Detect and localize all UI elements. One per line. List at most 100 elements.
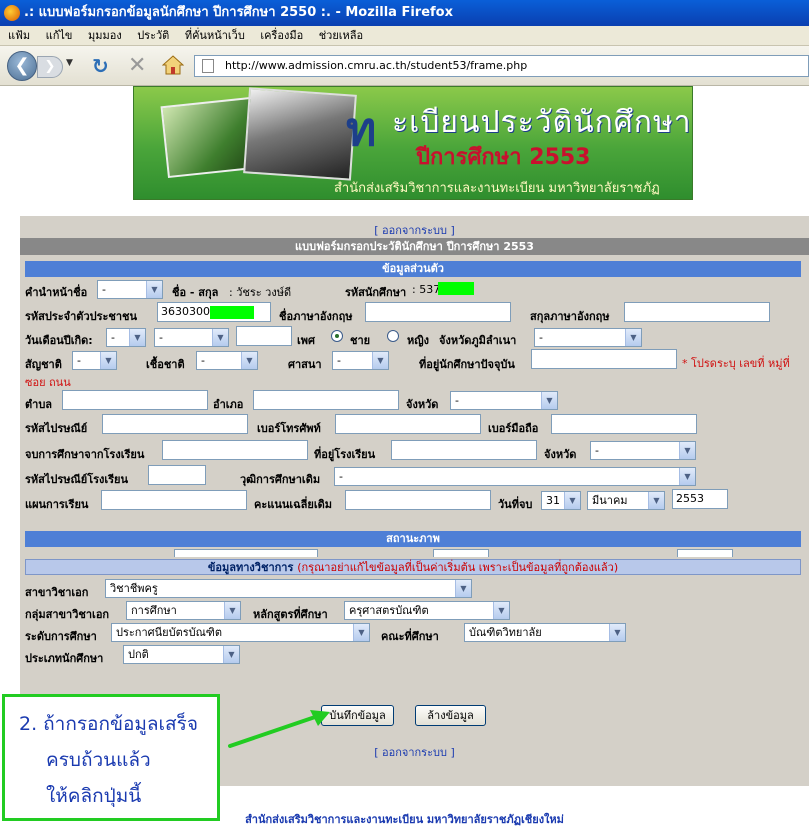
faculty-label: คณะที่ศึกษา	[381, 630, 439, 643]
phone-input[interactable]	[335, 414, 481, 434]
citizen-id-redaction	[210, 306, 254, 319]
window-title: .: แบบฟอร์มกรอกข้อมูลนักศึกษา ปีการศึกษา…	[24, 5, 453, 20]
address-label: ที่อยู่นักศึกษาปัจจุบัน	[419, 358, 515, 371]
grad-day-select[interactable]: 31 ▼	[541, 491, 581, 510]
page-icon	[202, 59, 214, 73]
curriculum-label: หลักสูตรที่ศึกษา	[253, 608, 328, 621]
status-field-partial-3	[677, 549, 733, 557]
chevron-down-icon: ▼	[372, 352, 388, 369]
back-arrow-icon[interactable]: ❮	[7, 51, 37, 81]
grad-year-input[interactable]: 2553	[672, 489, 728, 509]
url-bar[interactable]: http://www.admission.cmru.ac.th/student5…	[194, 55, 809, 77]
student-type-select[interactable]: ปกติ ▼	[123, 645, 240, 664]
menu-help[interactable]: ช่วยเหลือ	[319, 26, 363, 46]
religion-select[interactable]: - ▼	[332, 351, 389, 370]
birth-day-select[interactable]: - ▼	[106, 328, 146, 347]
sex-male-radio[interactable]	[331, 330, 343, 342]
callout-line-1: 2. ถ้ากรอกข้อมูลเสร็จ	[19, 713, 198, 735]
sex-female-radio[interactable]	[387, 330, 399, 342]
race-select[interactable]: - ▼	[196, 351, 258, 370]
en-surname-label: สกุลภาษาอังกฤษ	[530, 310, 610, 323]
stop-icon[interactable]: ✕	[128, 53, 146, 78]
menu-history[interactable]: ประวัติ	[137, 26, 169, 46]
sex-label: เพศ	[297, 334, 315, 347]
header-banner: ท ะเบียนประวัตินักศึกษา ปีการศึกษา 2553 …	[133, 86, 693, 200]
school-province-select[interactable]: - ▼	[590, 441, 696, 460]
graduated-from-label: จบการศึกษาจากโรงเรียน	[25, 448, 145, 461]
chevron-down-icon: ▼	[648, 492, 664, 509]
school-postcode-label: รหัสไปรษณีย์โรงเรียน	[25, 473, 129, 486]
menu-edit[interactable]: แก้ไข	[46, 26, 73, 46]
form-title: แบบฟอร์มกรอกประวัตินักศึกษา ปีการศึกษา 2…	[20, 238, 809, 255]
major-label: สาขาวิชาเอก	[25, 586, 89, 599]
en-name-input[interactable]	[365, 302, 511, 322]
graduated-from-input[interactable]	[162, 440, 308, 460]
logout-link[interactable]: ออกจากระบบ	[382, 224, 447, 237]
level-select[interactable]: ประกาศนียบัตรบัณฑิต ▼	[111, 623, 370, 642]
home-icon[interactable]	[162, 55, 184, 75]
sex-female-label: หญิง	[407, 334, 429, 347]
citizen-id-label: รหัสประจำตัวประชาชน	[25, 310, 138, 323]
menu-tools[interactable]: เครื่องมือ	[260, 26, 303, 46]
birth-date-label: วันเดือนปีเกิด:	[25, 334, 93, 347]
address-note-2: ซอย ถนน	[25, 376, 71, 389]
menu-file[interactable]: แฟ้ม	[8, 26, 30, 46]
major-select[interactable]: วิชาชีพครู ▼	[105, 579, 472, 598]
chevron-down-icon: ▼	[353, 624, 369, 641]
subdistrict-input[interactable]	[62, 390, 208, 410]
url-text: http://www.admission.cmru.ac.th/student5…	[225, 59, 528, 72]
chevron-down-icon: ▼	[541, 392, 557, 409]
birth-year-input[interactable]	[236, 326, 292, 346]
faculty-select[interactable]: บัณฑิตวิทยาลัย ▼	[464, 623, 626, 642]
chevron-down-icon: ▼	[212, 329, 228, 346]
school-postcode-input[interactable]	[148, 465, 206, 485]
grad-month-select[interactable]: มีนาคม ▼	[587, 491, 665, 510]
school-address-input[interactable]	[391, 440, 537, 460]
menu-bar: แฟ้ม แก้ไข มุมมอง ประวัติ ที่คั่นหน้าเว็…	[0, 26, 809, 46]
study-plan-label: แผนการเรียน	[25, 498, 89, 511]
birth-month-select[interactable]: - ▼	[154, 328, 229, 347]
chevron-down-icon: ▼	[241, 352, 257, 369]
race-label: เชื้อชาติ	[146, 358, 185, 371]
sex-male-label: ชาย	[350, 334, 371, 347]
gpa-input[interactable]	[345, 490, 491, 510]
district-input[interactable]	[253, 390, 399, 410]
postcode-input[interactable]	[102, 414, 248, 434]
instruction-callout: 2. ถ้ากรอกข้อมูลเสร็จ ครบถ้วนแล้ว ให้คลิ…	[2, 694, 220, 821]
banner-office: สำนักส่งเสริมวิชาการและงานทะเบียน มหาวิท…	[334, 181, 660, 196]
mobile-input[interactable]	[551, 414, 697, 434]
religion-label: ศาสนา	[288, 358, 322, 371]
forward-arrow-icon[interactable]: ❯	[37, 56, 63, 78]
clear-button[interactable]: ล้างข้อมูล	[415, 705, 486, 726]
mobile-label: เบอร์มือถือ	[488, 422, 539, 435]
study-plan-input[interactable]	[101, 490, 247, 510]
gpa-label: คะแนนเฉลี่ยเดิม	[254, 498, 332, 511]
birth-province-label: จังหวัดภูมิลำเนา	[439, 334, 517, 347]
school-province-label: จังหวัด	[544, 448, 577, 461]
chevron-down-icon: ▼	[564, 492, 580, 509]
prefix-select[interactable]: - ▼	[97, 280, 163, 299]
en-name-label: ชื่อภาษาอังกฤษ	[279, 310, 353, 323]
address-input[interactable]	[531, 349, 677, 369]
major-group-select[interactable]: การศึกษา ▼	[126, 601, 241, 620]
nationality-select[interactable]: - ▼	[72, 351, 117, 370]
callout-line-3: ให้คลิกปุ่มนี้	[46, 785, 142, 807]
curriculum-select[interactable]: ครุศาสตรบัณฑิต ▼	[344, 601, 510, 620]
grad-date-label: วันที่จบ	[498, 498, 533, 511]
reload-icon[interactable]: ↻	[92, 54, 109, 78]
name-label: ชื่อ - สกุล	[172, 286, 219, 299]
menu-bookmarks[interactable]: ที่คั่นหน้าเว็บ	[185, 26, 245, 46]
history-dropdown-icon[interactable]: ▼	[66, 58, 73, 68]
en-surname-input[interactable]	[624, 302, 770, 322]
prior-degree-select[interactable]: - ▼	[334, 467, 696, 486]
chevron-down-icon: ▼	[224, 602, 240, 619]
province-select[interactable]: - ▼	[450, 391, 558, 410]
name-value: : วัชระ วงษ์ดี	[229, 286, 292, 299]
banner-title-initial: ท	[346, 102, 377, 156]
menu-view[interactable]: มุมมอง	[88, 26, 122, 46]
academic-section-title: ข้อมูลทางวิชาการ	[207, 561, 294, 574]
chevron-down-icon: ▼	[146, 281, 162, 298]
chevron-down-icon: ▼	[455, 580, 471, 597]
logout-link-2[interactable]: ออกจากระบบ	[382, 746, 447, 759]
birth-province-select[interactable]: - ▼	[534, 328, 642, 347]
